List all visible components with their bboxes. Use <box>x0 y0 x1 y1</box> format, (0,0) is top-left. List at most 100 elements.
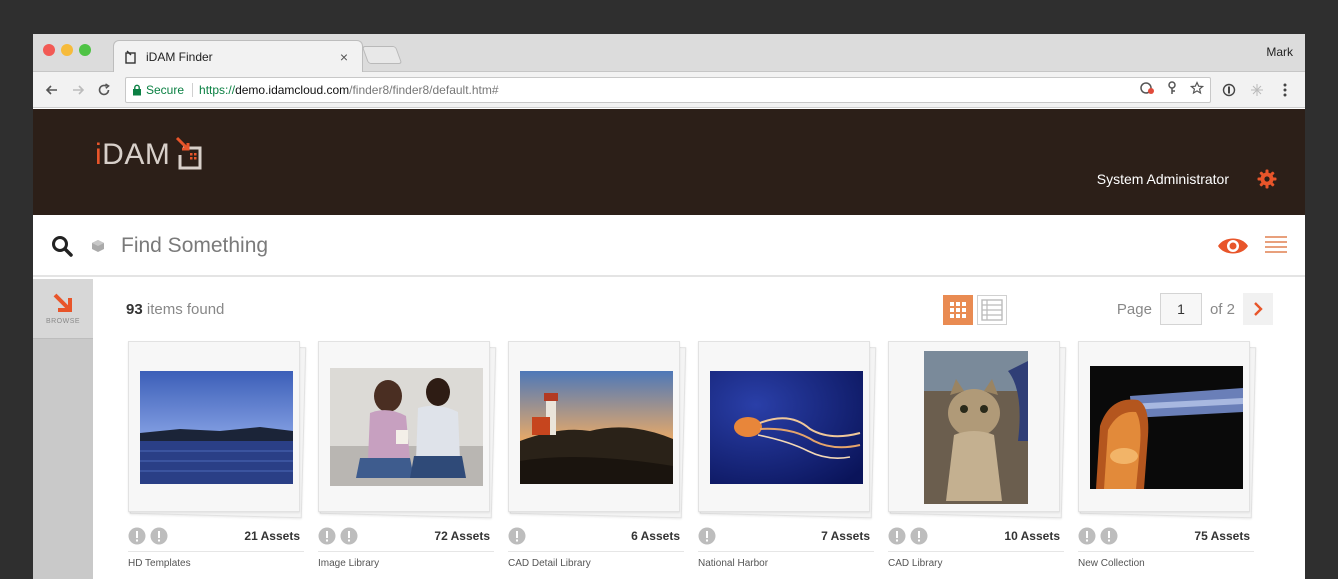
reload-button[interactable] <box>93 79 115 101</box>
card-frame <box>128 341 307 519</box>
search-input[interactable] <box>121 229 1021 263</box>
side-rail: BROWSE <box>33 279 93 579</box>
app-header: iDAM System Administrator <box>33 109 1305 215</box>
grid-view-button[interactable] <box>943 295 973 325</box>
back-button[interactable] <box>41 79 63 101</box>
close-window-button[interactable] <box>43 44 55 56</box>
view-toggles <box>943 295 1007 325</box>
page-number-input[interactable] <box>1159 293 1202 325</box>
user-name[interactable]: System Administrator <box>1097 171 1229 187</box>
asset-count: 75 Assets <box>1194 528 1250 543</box>
results-count: 93 items found <box>126 301 225 318</box>
results-panel: 93 items found Page 1 of 2 21 Assets HD … <box>93 279 1305 579</box>
idam-logo[interactable]: iDAM <box>95 136 204 170</box>
jellyfish-thumbnail[interactable] <box>710 371 863 484</box>
metal-pipe-thumbnail[interactable] <box>1090 366 1243 489</box>
collection-name[interactable]: New Collection <box>1078 558 1254 569</box>
list-icon <box>981 299 1003 321</box>
card-frame <box>508 341 687 519</box>
gear-icon[interactable] <box>1257 169 1277 189</box>
asset-count: 72 Assets <box>434 528 490 543</box>
extension-icon[interactable] <box>1221 82 1237 98</box>
info-icon[interactable] <box>1100 527 1118 545</box>
collection-card[interactable]: 6 Assets CAD Detail Library <box>508 341 687 569</box>
chevron-right-icon <box>1254 302 1263 316</box>
maximize-window-button[interactable] <box>79 44 91 56</box>
card-frame <box>888 341 1067 519</box>
tab-strip: iDAM Finder × Mark <box>33 34 1305 72</box>
browse-button[interactable]: BROWSE <box>33 279 93 339</box>
arrow-left-icon <box>45 84 57 95</box>
grid-icon <box>950 302 966 318</box>
forward-button[interactable] <box>67 79 89 101</box>
collection-name[interactable]: CAD Detail Library <box>508 558 684 569</box>
key-icon[interactable] <box>1166 81 1178 98</box>
info-icon[interactable] <box>150 527 168 545</box>
extension-sparkle-icon[interactable] <box>1249 82 1265 98</box>
cube-icon[interactable] <box>91 239 105 253</box>
collection-card[interactable]: 10 Assets CAD Library <box>888 341 1067 569</box>
info-icon[interactable] <box>318 527 336 545</box>
list-view-button[interactable] <box>977 295 1007 325</box>
menu-lines-icon[interactable] <box>1265 234 1287 256</box>
kitten-thumbnail[interactable] <box>924 351 1028 504</box>
info-icon[interactable] <box>910 527 928 545</box>
card-meta: 6 Assets <box>508 526 684 552</box>
collection-card[interactable]: 72 Assets Image Library <box>318 341 497 569</box>
collection-card[interactable]: 21 Assets HD Templates <box>128 341 307 569</box>
collection-name[interactable]: National Harbor <box>698 558 874 569</box>
info-icon[interactable] <box>340 527 358 545</box>
lighthouse-thumbnail[interactable] <box>520 371 673 484</box>
info-icon[interactable] <box>508 527 526 545</box>
card-meta: 72 Assets <box>318 526 494 552</box>
lock-icon <box>133 84 141 95</box>
collection-card[interactable]: 75 Assets New Collection <box>1078 341 1257 569</box>
harbor-dusk-thumbnail[interactable] <box>140 371 293 484</box>
new-tab-button[interactable] <box>361 46 403 64</box>
browser-window: iDAM Finder × Mark Secure https://demo.i… <box>33 34 1305 579</box>
browser-profile-name[interactable]: Mark <box>1266 45 1293 59</box>
address-bar[interactable]: Secure https://demo.idamcloud.com/finder… <box>125 76 1211 103</box>
collection-grid: 21 Assets HD Templates 72 Assets Image L… <box>128 341 1257 569</box>
card-meta: 7 Assets <box>698 526 874 552</box>
eye-icon[interactable] <box>1217 234 1249 258</box>
info-icon[interactable] <box>128 527 146 545</box>
info-icon[interactable] <box>698 527 716 545</box>
collection-name[interactable]: Image Library <box>318 558 494 569</box>
bookmark-star-icon[interactable] <box>1189 81 1205 98</box>
browser-tab[interactable]: iDAM Finder × <box>113 40 363 72</box>
collection-name[interactable]: CAD Library <box>888 558 1064 569</box>
logo-text: iDAM <box>95 138 171 171</box>
asset-count: 7 Assets <box>821 528 870 543</box>
blocked-popup-icon[interactable] <box>1140 81 1154 98</box>
window-controls <box>43 44 91 56</box>
url-host: demo.idamcloud.com <box>235 82 350 97</box>
secure-indicator[interactable]: Secure <box>132 82 194 97</box>
url-path: /finder8/finder8/default.htm# <box>349 82 499 97</box>
url-scheme: https:// <box>199 82 236 97</box>
card-frame <box>318 341 497 519</box>
next-page-button[interactable] <box>1243 293 1273 325</box>
logo-box-arrow-icon <box>176 136 202 170</box>
info-icon[interactable] <box>1078 527 1096 545</box>
tab-close-icon[interactable]: × <box>336 49 352 65</box>
browse-arrow-icon <box>53 293 72 312</box>
secure-label: Secure <box>146 82 185 97</box>
pagination: Page of 2 <box>1117 293 1273 325</box>
collection-name[interactable]: HD Templates <box>128 558 304 569</box>
card-meta: 21 Assets <box>128 526 304 552</box>
card-frame <box>1078 341 1257 519</box>
card-meta: 75 Assets <box>1078 526 1254 552</box>
idam-favicon-icon <box>124 50 138 64</box>
info-icon[interactable] <box>888 527 906 545</box>
couple-on-sofa-thumbnail[interactable] <box>330 368 483 486</box>
browser-menu-icon[interactable] <box>1277 82 1293 98</box>
search-icon[interactable] <box>51 235 73 257</box>
browser-toolbar: Secure https://demo.idamcloud.com/finder… <box>33 72 1305 108</box>
search-bar <box>33 215 1305 277</box>
arrow-right-icon <box>73 84 85 95</box>
minimize-window-button[interactable] <box>61 44 73 56</box>
collection-card[interactable]: 7 Assets National Harbor <box>698 341 877 569</box>
page-total: of 2 <box>1209 300 1235 318</box>
browse-label: BROWSE <box>45 318 81 325</box>
